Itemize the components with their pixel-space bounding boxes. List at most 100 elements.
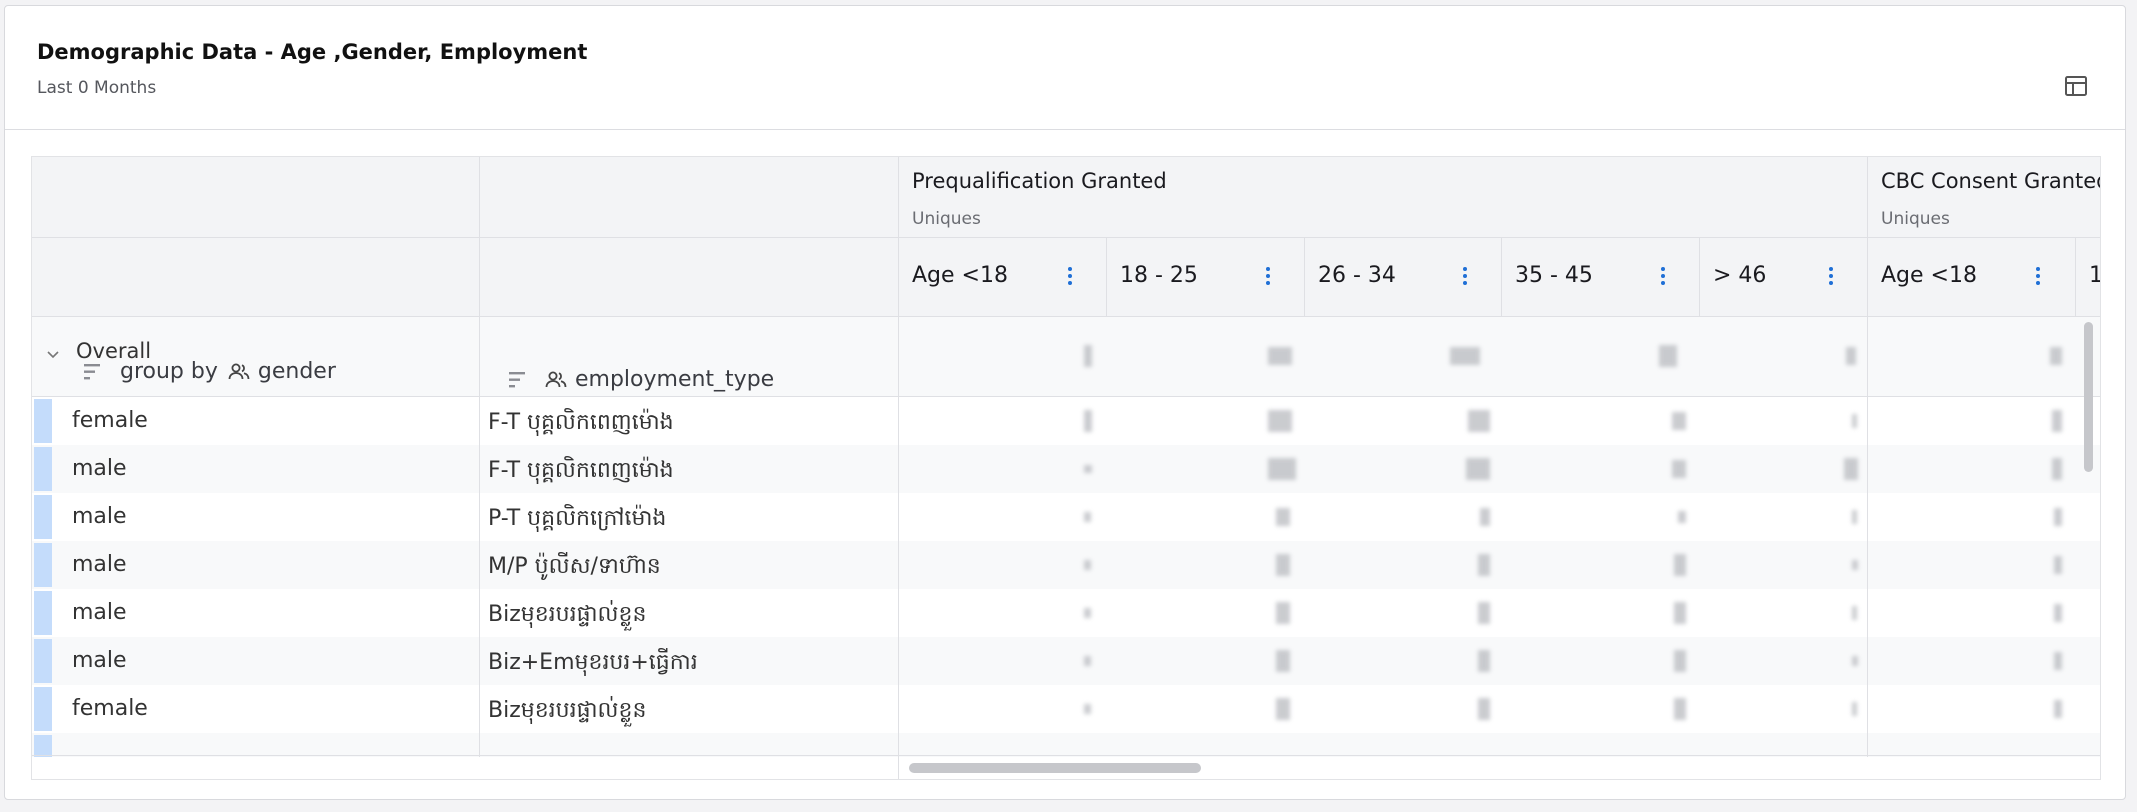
redacted-value <box>1268 410 1292 432</box>
kebab-menu-icon[interactable] <box>2032 264 2044 288</box>
redacted-value <box>1466 458 1490 480</box>
widget-title: Demographic Data - Age ,Gender, Employme… <box>37 40 588 64</box>
grid-line <box>2075 237 2076 317</box>
grid-line <box>1106 237 1107 317</box>
table-row[interactable]: male Biz+Emមុខរបរ+ធ្វើការ <box>32 637 2100 685</box>
table-row[interactable]: female F-T បុគ្គលិកពេញម៉ោង <box>32 397 2100 445</box>
widget-header: Demographic Data - Age ,Gender, Employme… <box>5 6 2125 130</box>
row-marker <box>34 399 52 443</box>
group-by-icon <box>84 363 100 379</box>
column-label: Age <18 <box>912 263 1008 288</box>
horizontal-scrollbar[interactable] <box>32 757 2082 779</box>
redacted-value <box>1084 465 1092 473</box>
table-row[interactable]: male F-T បុគ្គលិកពេញម៉ោង <box>32 445 2100 493</box>
column-label: 35 - 45 <box>1515 263 1593 288</box>
column-label: 18 - 25 <box>1120 263 1198 288</box>
metric-subtitle-cbc-consent: Uniques <box>1881 209 1950 229</box>
gender-cell: male <box>72 456 127 481</box>
column-label: 1 <box>2089 263 2100 288</box>
redacted-value <box>1450 347 1480 365</box>
redacted-value <box>2054 700 2062 718</box>
grid-line <box>1304 237 1305 317</box>
column-header[interactable]: 18 - 25 <box>1106 237 1304 317</box>
employment-cell: Bizមុខរបរផ្ទាល់ខ្លួន <box>488 602 647 627</box>
grid-line <box>32 396 2100 397</box>
row-marker <box>34 447 52 491</box>
gender-cell: female <box>72 408 148 433</box>
row-marker <box>34 687 52 731</box>
group-by-label: group by <box>120 359 218 384</box>
grid-line <box>32 755 2100 756</box>
table-row[interactable]: male P-T បុគ្គលិកក្រៅម៉ោង <box>32 493 2100 541</box>
chevron-down-icon[interactable] <box>46 347 60 361</box>
column-header[interactable]: > 46 <box>1699 237 1867 317</box>
data-table[interactable]: Prequalification Granted Uniques CBC Con… <box>31 156 2101 780</box>
kebab-menu-icon[interactable] <box>1262 264 1274 288</box>
grid-line <box>1699 237 1700 317</box>
gender-cell: female <box>72 696 148 721</box>
employment-cell: P-T បុគ្គលិកក្រៅម៉ោង <box>488 506 667 531</box>
redacted-value <box>1276 508 1290 526</box>
column-label: > 46 <box>1713 263 1767 288</box>
row-marker <box>34 639 52 683</box>
column-header[interactable]: 26 - 34 <box>1304 237 1501 317</box>
column-header[interactable]: 35 - 45 <box>1501 237 1699 317</box>
redacted-value <box>1084 656 1091 666</box>
vertical-scroll-thumb[interactable] <box>2084 322 2093 472</box>
widget-subtitle: Last 0 Months <box>37 78 157 98</box>
column-header[interactable]: Age <18 <box>898 237 1106 317</box>
group-by-gender[interactable]: group by gender <box>84 359 336 384</box>
row-marker <box>34 543 52 587</box>
redacted-value <box>2054 556 2062 574</box>
redacted-value <box>2050 347 2062 365</box>
grid-line <box>479 157 480 757</box>
row-marker <box>34 735 52 757</box>
redacted-value <box>2052 458 2062 480</box>
table-row[interactable]: male M/P ប៉ូលីស/ទាហ៊ាន <box>32 541 2100 589</box>
redacted-value <box>1852 656 1858 666</box>
grid-line <box>1501 237 1502 317</box>
redacted-value <box>1276 650 1290 672</box>
gender-cell: male <box>72 648 127 673</box>
redacted-value <box>1674 602 1686 624</box>
redacted-value <box>1276 602 1290 624</box>
table-row[interactable] <box>32 733 2100 757</box>
employment-cell: M/P ប៉ូលីស/ទាហ៊ាន <box>488 554 661 579</box>
grid-line <box>898 157 899 779</box>
kebab-menu-icon[interactable] <box>1657 264 1669 288</box>
redacted-value <box>1672 460 1686 478</box>
table-row[interactable]: male Bizមុខរបរផ្ទាល់ខ្លួន <box>32 589 2100 637</box>
people-icon <box>228 363 250 379</box>
table-layout-icon[interactable] <box>2062 72 2090 100</box>
kebab-menu-icon[interactable] <box>1459 264 1471 288</box>
redacted-value <box>1674 554 1686 576</box>
redacted-value <box>1852 560 1858 570</box>
redacted-value <box>1468 410 1490 432</box>
horizontal-scroll-thumb[interactable] <box>909 763 1201 773</box>
group-dimension-gender: gender <box>257 359 336 384</box>
redacted-value <box>1478 698 1490 720</box>
column-label: Age <18 <box>1881 263 1977 288</box>
redacted-value <box>1084 608 1091 618</box>
kebab-menu-icon[interactable] <box>1064 264 1076 288</box>
redacted-value <box>1674 698 1686 720</box>
table-row[interactable]: female Bizមុខរបរផ្ទាល់ខ្លួន <box>32 685 2100 733</box>
gender-cell: male <box>72 600 127 625</box>
vertical-scrollbar[interactable] <box>2081 322 2095 762</box>
redacted-value <box>1084 560 1091 570</box>
kebab-menu-icon[interactable] <box>1825 264 1837 288</box>
group-by-icon <box>509 371 525 387</box>
employment-cell: F-T បុគ្គលិកពេញម៉ោង <box>488 458 674 483</box>
column-header[interactable]: 1 <box>2075 237 2100 317</box>
redacted-value <box>1268 347 1292 365</box>
redacted-value <box>1268 458 1296 480</box>
redacted-value <box>1678 511 1686 523</box>
column-header[interactable]: Age <18 <box>1867 237 2075 317</box>
redacted-value <box>1084 512 1091 522</box>
redacted-value <box>1478 650 1490 672</box>
redacted-value <box>1276 698 1290 720</box>
redacted-value <box>1674 650 1686 672</box>
people-icon <box>545 371 567 387</box>
redacted-value <box>1084 704 1091 714</box>
group-by-employment-type[interactable]: employment_type <box>509 367 774 392</box>
